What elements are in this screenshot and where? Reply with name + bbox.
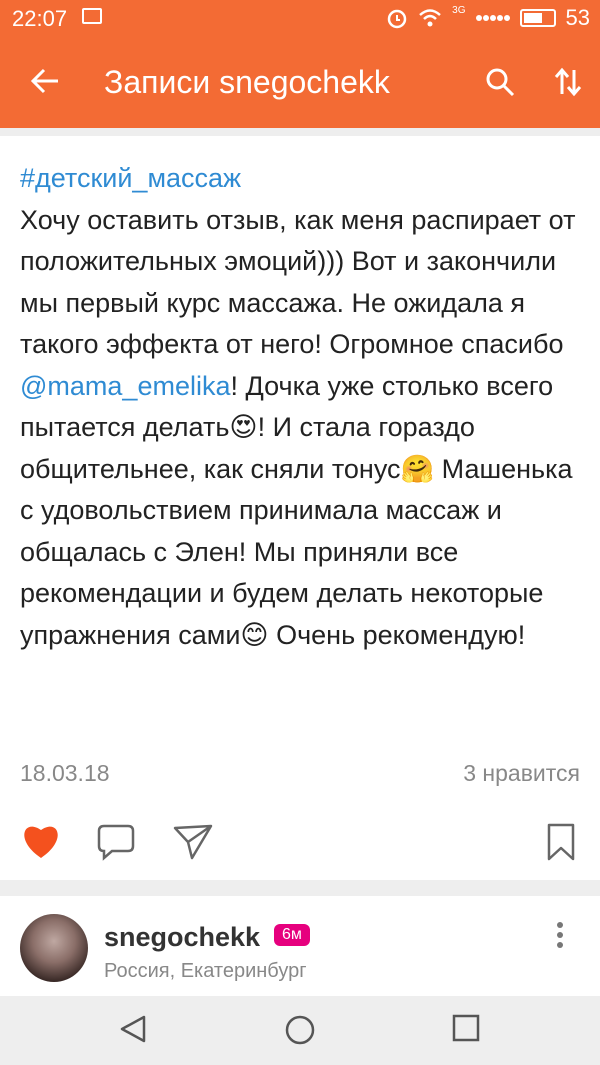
next-post-header: snegochekk 6м Россия, Екатеринбург: [0, 896, 600, 996]
smile-emoji: 😊: [240, 619, 269, 651]
post-text-part5: Очень рекомендую!: [268, 619, 526, 650]
battery-level: 53: [565, 5, 590, 30]
post-date: 18.03.18: [20, 760, 110, 786]
likes-count[interactable]: 3 нравится: [463, 760, 580, 787]
mention-link[interactable]: @mama_emelika: [20, 371, 230, 401]
nav-home-icon[interactable]: [284, 1014, 316, 1046]
sort-icon[interactable]: [552, 66, 584, 98]
bookmark-icon[interactable]: [546, 822, 576, 862]
alarm-icon: [387, 9, 407, 29]
network-type: 3G: [452, 4, 466, 16]
status-indicators: 3G 53: [386, 5, 590, 31]
post-separator: [0, 880, 600, 896]
nav-recents-icon[interactable]: [452, 1014, 480, 1042]
post-text: #детский_массаж Хочу оставить отзыв, как…: [20, 158, 580, 656]
time-badge: 6м: [274, 924, 310, 946]
hug-emoji: 🤗: [400, 453, 435, 485]
app-bar: Записи snegochekk: [0, 36, 600, 128]
username[interactable]: snegochekk: [104, 922, 260, 953]
post-text-part1: Хочу оставить отзыв, как меня распирает …: [20, 204, 576, 360]
post-actions: [20, 822, 580, 862]
system-nav-bar: [0, 996, 600, 1065]
hashtag-link[interactable]: #детский_массаж: [20, 163, 241, 193]
comment-icon[interactable]: [96, 822, 136, 862]
kebab-icon[interactable]: [550, 918, 570, 958]
share-icon[interactable]: [172, 822, 214, 862]
status-time: 22:07: [12, 6, 68, 31]
nav-back-icon[interactable]: [118, 1014, 148, 1044]
avatar[interactable]: [20, 914, 88, 982]
location[interactable]: Россия, Екатеринбург: [104, 960, 307, 983]
wifi-icon: [419, 9, 442, 27]
heart-eyes-emoji: 😍: [229, 412, 258, 443]
previous-post-edge: [0, 128, 600, 136]
arrow-left-icon[interactable]: [28, 64, 62, 98]
heart-icon[interactable]: [20, 822, 62, 860]
post-meta: 18.03.18 3 нравится: [20, 760, 580, 794]
battery-icon: [519, 9, 556, 27]
page-title: Записи snegochekk: [104, 64, 390, 100]
status-bar: 22:07 3G 53: [0, 0, 600, 36]
search-icon[interactable]: [484, 66, 516, 98]
image-icon: [82, 8, 102, 24]
signal-icon: [475, 15, 510, 21]
